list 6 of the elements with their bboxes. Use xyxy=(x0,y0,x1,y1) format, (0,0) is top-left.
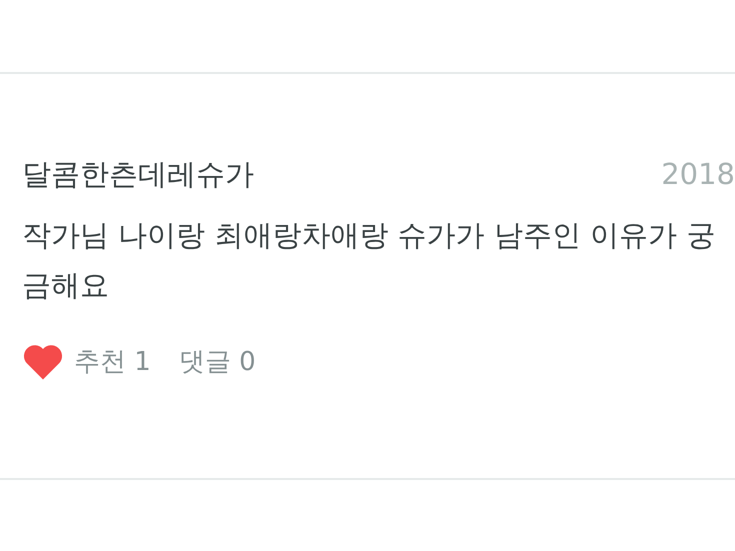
comment-text: 작가님 나이랑 최애랑차애랑 슈가가 남주인 이유가 궁금해요 xyxy=(22,217,716,304)
likes-count: 추천 1 xyxy=(74,346,151,378)
username: 달콤한츤데레슈가 xyxy=(22,156,254,192)
replies-count[interactable]: 댓글 0 xyxy=(178,342,256,382)
date: 2018 xyxy=(661,156,735,192)
heart-icon[interactable] xyxy=(22,342,64,382)
